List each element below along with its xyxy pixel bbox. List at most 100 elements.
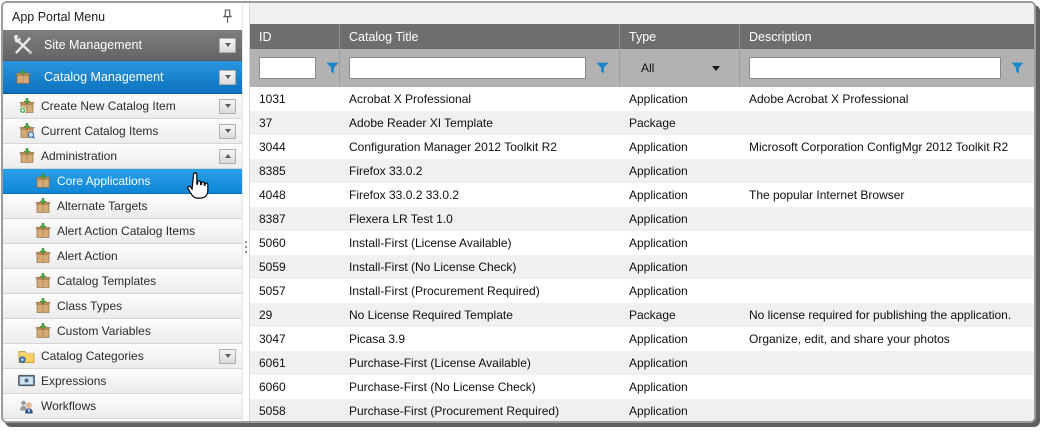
cell-id: 29 — [250, 303, 340, 327]
sidebar-item-label: Alert Action Catalog Items — [57, 224, 195, 238]
pin-icon[interactable] — [219, 8, 235, 26]
sidebar-item-core-applications[interactable]: Core Applications — [3, 169, 242, 194]
title-filter-funnel-icon[interactable] — [594, 62, 610, 74]
cell-description — [740, 279, 1034, 303]
sidebar-item-label: Create New Catalog Item — [41, 99, 176, 113]
cell-type: Application — [620, 351, 740, 375]
type-filter-dropdown[interactable]: All — [629, 49, 730, 87]
description-filter-cell — [740, 49, 1034, 87]
sidebar-item-alternate-targets[interactable]: Alternate Targets — [3, 194, 242, 219]
cell-description — [740, 351, 1034, 375]
sidebar-item-label: Administration — [41, 149, 117, 163]
cell-type: Application — [620, 255, 740, 279]
box-icon — [34, 248, 51, 265]
sidebar-item-current-catalog-items[interactable]: Current Catalog Items — [3, 119, 242, 144]
table-row[interactable]: 29 No License Required Template Package … — [250, 303, 1034, 327]
cell-description: Adobe Acrobat X Professional — [740, 87, 1034, 111]
cell-description — [740, 399, 1034, 421]
workflows-icon — [18, 398, 35, 415]
sidebar-item-class-types[interactable]: Class Types — [3, 294, 242, 319]
catalog-title-filter-input[interactable] — [349, 57, 586, 79]
sidebar-item-alert-action-catalog-items[interactable]: Alert Action Catalog Items — [3, 219, 242, 244]
box-icon — [34, 198, 51, 215]
cell-catalog-title: Install-First (No License Check) — [340, 255, 620, 279]
cell-description — [740, 231, 1034, 255]
expand-collapse-button[interactable] — [219, 124, 236, 139]
cell-description: No license required for publishing the a… — [740, 303, 1034, 327]
cell-type: Package — [620, 111, 740, 135]
cell-type: Application — [620, 87, 740, 111]
table-row[interactable]: 3047 Picasa 3.9 Application Organize, ed… — [250, 327, 1034, 351]
chevron-down-icon — [712, 66, 720, 71]
grid-header-row: ID Catalog Title Type Description — [250, 24, 1034, 49]
sidebar-menu: Site Management Catalog Management Creat… — [3, 30, 242, 421]
box-icon — [34, 298, 51, 315]
id-filter-cell — [250, 49, 340, 87]
sidebar-item-create-new-catalog-item[interactable]: Create New Catalog Item — [3, 94, 242, 119]
cell-description — [740, 159, 1034, 183]
cell-type: Package — [620, 303, 740, 327]
cell-id: 8387 — [250, 207, 340, 231]
splitter-grip-icon — [245, 241, 247, 253]
type-filter-cell: All — [620, 49, 740, 87]
table-row[interactable]: 5057 Install-First (Procurement Required… — [250, 279, 1034, 303]
column-header-id[interactable]: ID — [250, 24, 340, 49]
cell-description: Organize, edit, and share your photos — [740, 327, 1034, 351]
table-row[interactable]: 8385 Firefox 33.0.2 Application — [250, 159, 1034, 183]
sidebar-item-workflows[interactable]: Workflows — [3, 394, 242, 419]
sidebar-item-catalog-templates[interactable]: Catalog Templates — [3, 269, 242, 294]
column-header-description[interactable]: Description — [740, 24, 1034, 49]
table-row[interactable]: 5059 Install-First (No License Check) Ap… — [250, 255, 1034, 279]
table-row[interactable]: 5060 Install-First (License Available) A… — [250, 231, 1034, 255]
table-row[interactable]: 6061 Purchase-First (License Available) … — [250, 351, 1034, 375]
grid-body: 1031 Acrobat X Professional Application … — [250, 87, 1034, 421]
sidebar-item-label: Alternate Targets — [57, 199, 148, 213]
cell-id: 1031 — [250, 87, 340, 111]
cell-catalog-title: Firefox 33.0.2 — [340, 159, 620, 183]
cell-catalog-title: Purchase-First (No License Check) — [340, 375, 620, 399]
expand-collapse-button[interactable] — [219, 149, 236, 164]
sidebar-item-label: Catalog Management — [44, 70, 164, 84]
id-filter-input[interactable] — [259, 57, 316, 79]
box-add-icon — [18, 98, 35, 115]
table-row[interactable]: 37 Adobe Reader XI Template Package — [250, 111, 1034, 135]
table-row[interactable]: 8387 Flexera LR Test 1.0 Application — [250, 207, 1034, 231]
cell-type: Application — [620, 279, 740, 303]
description-filter-funnel-icon[interactable] — [1009, 62, 1025, 74]
sidebar-item-expressions[interactable]: Expressions — [3, 369, 242, 394]
expand-collapse-button[interactable] — [219, 349, 236, 364]
description-filter-input[interactable] — [749, 57, 1001, 79]
sidebar-item-label: Custom Variables — [57, 324, 151, 338]
expand-collapse-button[interactable] — [219, 70, 236, 85]
expand-collapse-button[interactable] — [219, 99, 236, 114]
sidebar-item-label: Class Types — [57, 299, 122, 313]
cell-catalog-title: Adobe Reader XI Template — [340, 111, 620, 135]
table-row[interactable]: 1031 Acrobat X Professional Application … — [250, 87, 1034, 111]
table-row[interactable]: 4048 Firefox 33.0.2 33.0.2 Application T… — [250, 183, 1034, 207]
table-row[interactable]: 3044 Configuration Manager 2012 Toolkit … — [250, 135, 1034, 159]
cell-id: 37 — [250, 111, 340, 135]
sidebar-splitter[interactable] — [243, 3, 249, 421]
sidebar-item-catalog-management[interactable]: Catalog Management — [3, 61, 242, 94]
cell-id: 6060 — [250, 375, 340, 399]
sidebar-item-custom-variables[interactable]: Custom Variables — [3, 319, 242, 344]
catalog-grid-panel: ID Catalog Title Type Description — [249, 3, 1034, 421]
sidebar-item-site-management[interactable]: Site Management — [3, 30, 242, 61]
id-filter-funnel-icon[interactable] — [324, 62, 340, 74]
table-row[interactable]: 5058 Purchase-First (Procurement Require… — [250, 399, 1034, 421]
app-frame: App Portal Menu Site Management Catalog … — [1, 1, 1036, 423]
cell-catalog-title: Acrobat X Professional — [340, 87, 620, 111]
type-filter-selected: All — [641, 61, 654, 75]
table-row[interactable]: 6060 Purchase-First (No License Check) A… — [250, 375, 1034, 399]
cell-id: 6061 — [250, 351, 340, 375]
column-header-catalog-title[interactable]: Catalog Title — [340, 24, 620, 49]
column-header-type[interactable]: Type — [620, 24, 740, 49]
sidebar-item-label: Workflows — [41, 399, 96, 413]
cell-type: Application — [620, 135, 740, 159]
folder-gear-icon — [18, 348, 35, 365]
sidebar-item-administration[interactable]: Administration — [3, 144, 242, 169]
sidebar-item-alert-action[interactable]: Alert Action — [3, 244, 242, 269]
sidebar-item-catalog-categories[interactable]: Catalog Categories — [3, 344, 242, 369]
expand-collapse-button[interactable] — [219, 38, 236, 53]
cell-type: Application — [620, 207, 740, 231]
